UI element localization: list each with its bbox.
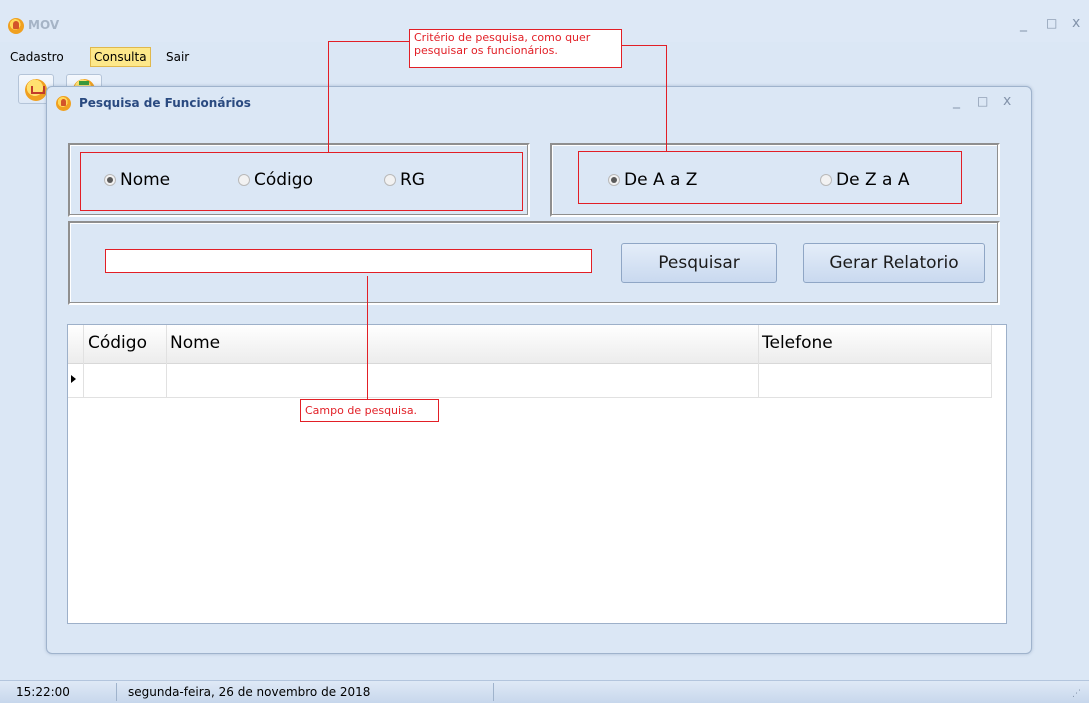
minimize-icon[interactable]: _ <box>1020 16 1027 32</box>
order-group: De A a Z De Z a A <box>550 143 1000 217</box>
status-time: 15:22:00 <box>16 685 70 699</box>
app-icon <box>8 18 24 34</box>
radio-label: RG <box>400 170 425 190</box>
criteria-group: Nome Código RG <box>68 143 530 217</box>
column-header-nome[interactable]: Nome <box>170 333 220 353</box>
search-button[interactable]: Pesquisar <box>621 243 777 283</box>
menu-item-cadastro[interactable]: Cadastro <box>7 48 67 66</box>
window-maximize-icon[interactable]: □ <box>977 94 988 108</box>
leader-line <box>622 45 667 46</box>
highlight-box <box>578 203 962 204</box>
highlight-box <box>80 152 523 153</box>
highlight-box <box>80 210 523 211</box>
leader-line <box>666 45 667 151</box>
table-row[interactable] <box>68 363 992 398</box>
radio-label: De A a Z <box>624 170 698 190</box>
highlight-box <box>961 151 962 204</box>
row-indicator-icon <box>71 375 76 383</box>
radio-unselected-icon <box>820 174 832 186</box>
grid-header: Código Nome Telefone <box>68 325 992 364</box>
radio-nome[interactable]: Nome <box>104 170 170 190</box>
annotation-search: Campo de pesquisa. <box>300 399 439 422</box>
radio-codigo[interactable]: Código <box>238 170 313 190</box>
leader-line <box>328 41 329 152</box>
radio-selected-icon <box>608 174 620 186</box>
highlight-box <box>578 151 579 204</box>
radio-unselected-icon <box>238 174 250 186</box>
radio-selected-icon <box>104 174 116 186</box>
menu-item-sair[interactable]: Sair <box>163 48 192 66</box>
cart-icon <box>25 79 47 101</box>
radio-z-to-a[interactable]: De Z a A <box>820 170 909 190</box>
window-close-icon[interactable]: x <box>1003 93 1011 109</box>
highlight-box <box>578 151 962 152</box>
column-header-telefone[interactable]: Telefone <box>762 333 833 353</box>
maximize-icon[interactable]: □ <box>1046 16 1057 30</box>
close-icon[interactable]: x <box>1072 15 1080 31</box>
window-minimize-icon[interactable]: _ <box>953 93 960 109</box>
leader-line <box>367 276 368 399</box>
search-employees-window: Pesquisa de Funcionários _ □ x Nome Códi… <box>46 86 1032 654</box>
results-grid[interactable]: Código Nome Telefone <box>67 324 1007 624</box>
app-title: MOV <box>28 18 60 32</box>
highlight-box <box>80 152 81 211</box>
status-bar: 15:22:00 segunda-feira, 26 de novembro d… <box>0 680 1089 703</box>
window-titlebar: Pesquisa de Funcionários _ □ x <box>47 87 1031 119</box>
leader-line <box>328 41 409 42</box>
resize-grip-icon[interactable]: ⋰ <box>1072 689 1082 699</box>
radio-label: Código <box>254 170 313 190</box>
status-separator <box>116 683 117 701</box>
column-header-codigo[interactable]: Código <box>88 333 147 353</box>
status-date: segunda-feira, 26 de novembro de 2018 <box>128 685 371 699</box>
search-input[interactable] <box>105 249 592 273</box>
status-separator <box>493 683 494 701</box>
radio-a-to-z[interactable]: De A a Z <box>608 170 697 190</box>
window-title: Pesquisa de Funcionários <box>79 96 251 110</box>
menu-item-consulta[interactable]: Consulta <box>90 47 151 67</box>
annotation-criteria: Critério de pesquisa, como quer pesquisa… <box>409 29 622 68</box>
search-group: Pesquisar Gerar Relatorio <box>68 221 1000 305</box>
generate-report-button[interactable]: Gerar Relatorio <box>803 243 985 283</box>
highlight-box <box>522 152 523 211</box>
window-icon <box>56 96 71 111</box>
radio-label: Nome <box>120 170 171 190</box>
radio-unselected-icon <box>384 174 396 186</box>
radio-rg[interactable]: RG <box>384 170 425 190</box>
radio-label: De Z a A <box>836 170 910 190</box>
